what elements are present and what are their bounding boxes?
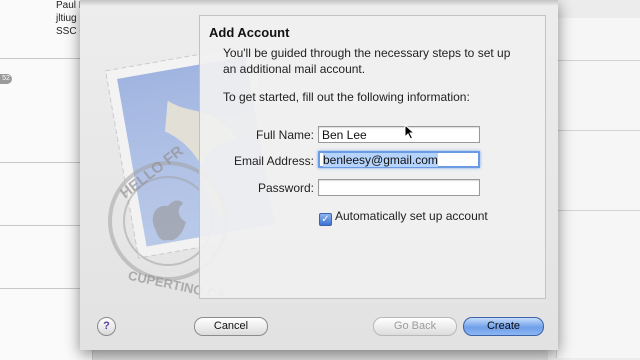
password-field[interactable] bbox=[318, 179, 480, 196]
create-button[interactable]: Create bbox=[463, 317, 544, 336]
password-label: Password: bbox=[257, 181, 314, 195]
list-divider bbox=[0, 58, 92, 59]
pane-divider bbox=[556, 210, 640, 211]
message-sender[interactable]: jltiug bbox=[56, 13, 77, 24]
unread-badge: 52 bbox=[0, 74, 12, 84]
instruction-text: To get started, fill out the following i… bbox=[223, 90, 470, 104]
mouse-pointer-icon bbox=[404, 124, 416, 140]
sheet-title: Add Account bbox=[209, 25, 290, 40]
auto-setup-label: Automatically set up account bbox=[335, 209, 488, 223]
help-button[interactable]: ? bbox=[97, 317, 116, 336]
cancel-button[interactable]: Cancel bbox=[194, 317, 268, 336]
full-name-field[interactable]: Ben Lee bbox=[318, 126, 480, 143]
intro-line: You'll be guided through the necessary s… bbox=[223, 46, 511, 60]
auto-setup-row[interactable]: ✓ Automatically set up account bbox=[319, 209, 488, 226]
add-account-sheet: HELLO FR CUPERTINO CA Add Account You'll… bbox=[80, 0, 558, 350]
list-divider bbox=[0, 288, 92, 289]
pane-divider bbox=[556, 60, 640, 61]
intro-line: an additional mail account. bbox=[223, 62, 366, 76]
list-divider bbox=[0, 225, 92, 226]
email-label: Email Address: bbox=[233, 154, 314, 168]
sheet-top-shadow bbox=[80, 0, 558, 6]
list-divider bbox=[0, 162, 92, 163]
go-back-button[interactable]: Go Back bbox=[373, 317, 457, 336]
pane-divider bbox=[556, 130, 640, 131]
full-name-label: Full Name: bbox=[255, 128, 314, 142]
message-pane bbox=[556, 18, 640, 358]
auto-setup-checkbox[interactable]: ✓ bbox=[319, 213, 332, 226]
email-field-value: benleesy@gmail.com bbox=[323, 153, 438, 167]
email-field[interactable]: benleesy@gmail.com bbox=[318, 151, 480, 168]
sheet-content-panel: Add Account You'll be guided through the… bbox=[199, 15, 546, 299]
